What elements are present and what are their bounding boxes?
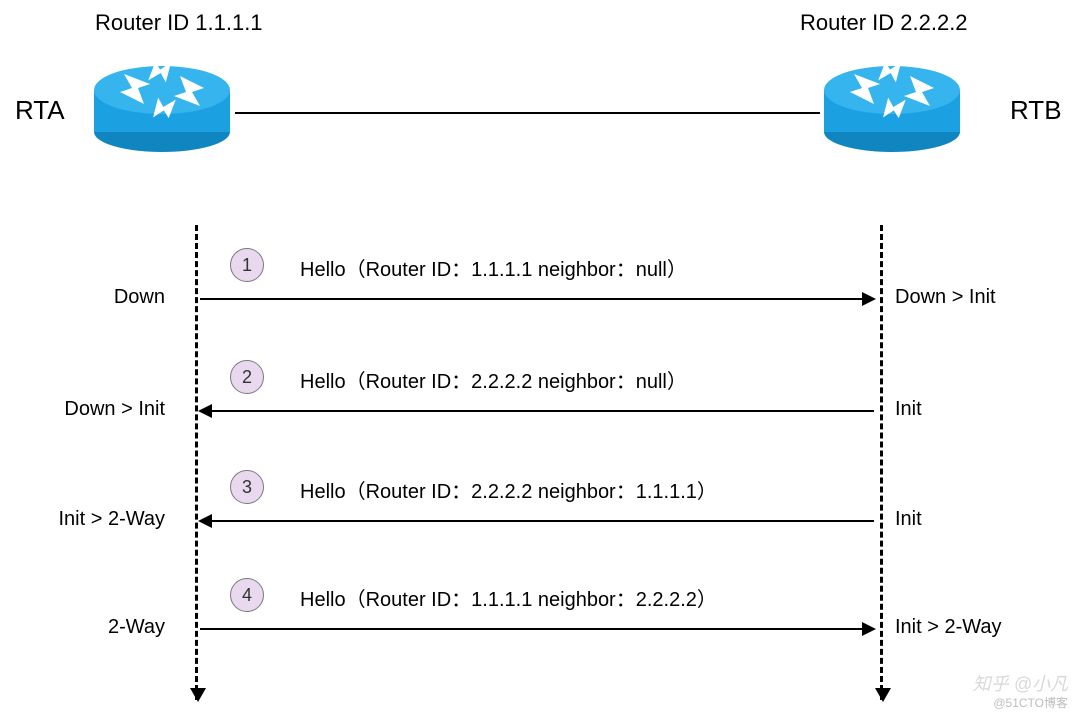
- state-b-1: Down > Init: [895, 286, 1075, 309]
- message-text-1: Hello（Router ID：1.1.1.1 neighbor：null）: [300, 253, 687, 282]
- state-a-2: Down > Init: [0, 398, 185, 421]
- message-text-2: Hello（Router ID：2.2.2.2 neighbor：null）: [300, 365, 687, 394]
- step-badge-1: 1: [230, 248, 264, 282]
- message-text-3: Hello（Router ID：2.2.2.2 neighbor：1.1.1.1…: [300, 475, 717, 504]
- state-a-3: Init > 2-Way: [0, 508, 185, 531]
- state-b-2: Init: [895, 398, 1075, 421]
- step-badge-2: 2: [230, 360, 264, 394]
- arrow-1: [200, 298, 874, 300]
- router-b-icon: [820, 50, 965, 160]
- router-a-name: RTA: [15, 95, 65, 126]
- step-badge-4: 4: [230, 578, 264, 612]
- state-b-3: Init: [895, 508, 1075, 531]
- link-line: [235, 112, 820, 114]
- arrow-2: [200, 410, 874, 412]
- watermark-line-1: 知乎 @小凡: [973, 673, 1068, 696]
- state-b-4: Init > 2-Way: [895, 616, 1075, 639]
- state-a-1: Down: [0, 286, 185, 309]
- router-a-icon: [90, 50, 235, 160]
- lifeline-b: [880, 225, 883, 700]
- step-badge-3: 3: [230, 470, 264, 504]
- arrow-4: [200, 628, 874, 630]
- router-b-name: RTB: [1010, 95, 1062, 126]
- watermark-line-2: @51CTO博客: [973, 696, 1068, 712]
- router-a-id-label: Router ID 1.1.1.1: [95, 10, 263, 36]
- message-text-4: Hello（Router ID：1.1.1.1 neighbor：2.2.2.2…: [300, 583, 717, 612]
- watermark: 知乎 @小凡 @51CTO博客: [973, 673, 1068, 712]
- lifeline-a: [195, 225, 198, 700]
- router-b-id-label: Router ID 2.2.2.2: [800, 10, 968, 36]
- state-a-4: 2-Way: [0, 616, 185, 639]
- arrow-3: [200, 520, 874, 522]
